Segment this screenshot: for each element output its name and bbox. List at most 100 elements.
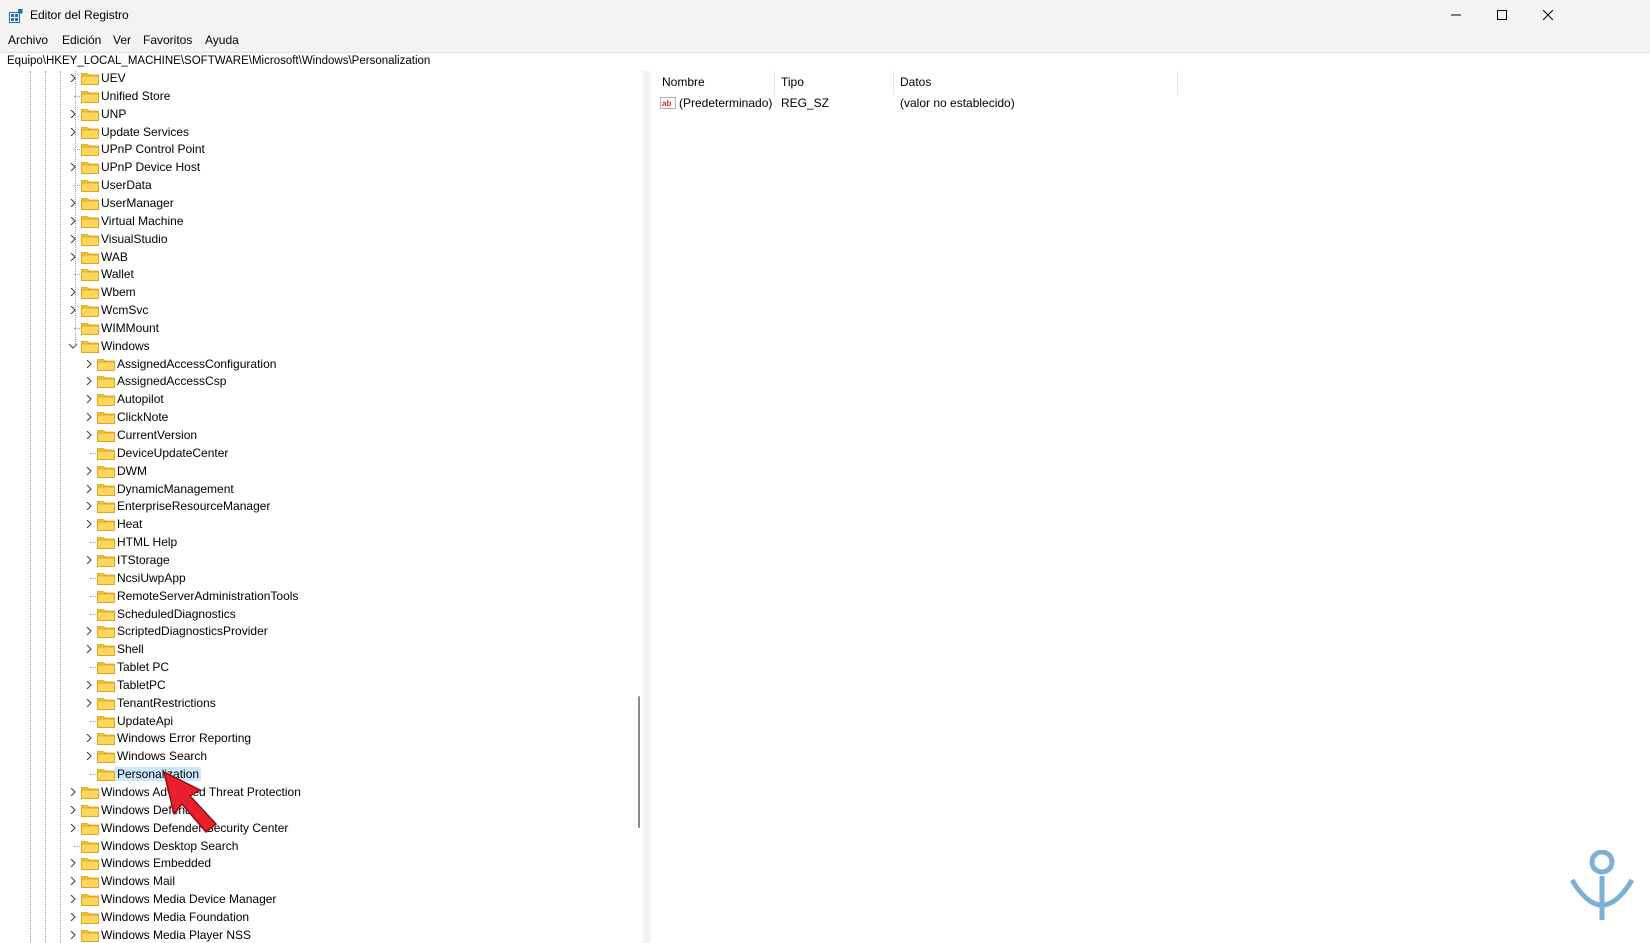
menu-edicion[interactable]: Edición xyxy=(62,33,101,47)
chevron-right-icon[interactable] xyxy=(85,466,93,475)
tree-item[interactable]: WAB xyxy=(70,248,490,266)
chevron-right-icon[interactable] xyxy=(69,234,77,243)
tree-item[interactable]: Windows Embedded xyxy=(70,854,490,872)
chevron-right-icon[interactable] xyxy=(69,163,77,172)
tree-item[interactable]: UpdateApi xyxy=(86,712,506,730)
chevron-down-icon[interactable] xyxy=(69,342,77,350)
tree-item[interactable]: VisualStudio xyxy=(70,230,490,248)
tree-item[interactable]: Windows Desktop Search xyxy=(70,837,490,855)
tree-item[interactable]: Shell xyxy=(86,640,506,658)
tree-item[interactable]: TenantRestrictions xyxy=(86,694,506,712)
chevron-right-icon[interactable] xyxy=(85,395,93,404)
close-button[interactable] xyxy=(1526,0,1570,30)
tree-item[interactable]: Wallet xyxy=(70,265,490,283)
chevron-right-icon[interactable] xyxy=(85,698,93,707)
column-header-type[interactable]: Tipo xyxy=(781,71,804,93)
chevron-right-icon[interactable] xyxy=(85,555,93,564)
chevron-right-icon[interactable] xyxy=(69,912,77,921)
chevron-right-icon[interactable] xyxy=(69,805,77,814)
pane-splitter[interactable] xyxy=(643,71,651,943)
chevron-right-icon[interactable] xyxy=(85,734,93,743)
tree-item[interactable]: Windows Media Player NSS xyxy=(70,926,490,943)
tree-item[interactable]: WIMMount xyxy=(70,319,490,337)
address-path[interactable]: Equipo\HKEY_LOCAL_MACHINE\SOFTWARE\Micro… xyxy=(7,55,430,67)
value-type[interactable]: REG_SZ xyxy=(781,96,829,110)
tree-item[interactable]: AssignedAccessCsp xyxy=(86,372,506,390)
tree-item[interactable]: UPnP Control Point xyxy=(70,140,490,158)
tree-item[interactable]: UPnP Device Host xyxy=(70,158,490,176)
chevron-right-icon[interactable] xyxy=(69,74,77,82)
chevron-right-icon[interactable] xyxy=(69,823,77,832)
tree-item[interactable]: AssignedAccessConfiguration xyxy=(86,355,506,373)
menu-archivo[interactable]: Archivo xyxy=(8,33,48,47)
tree-item[interactable]: ClickNote xyxy=(86,408,506,426)
tree-item[interactable]: Wbem xyxy=(70,283,490,301)
chevron-right-icon[interactable] xyxy=(69,859,77,868)
tree-item[interactable]: DynamicManagement xyxy=(86,480,506,498)
key-tree-pane[interactable]: UEV Unified Store UNP Update Services UPnP C… xyxy=(0,71,643,943)
tree-item[interactable]: DWM xyxy=(86,462,506,480)
tree-item[interactable]: Update Services xyxy=(70,123,490,141)
tree-item[interactable]: NcsiUwpApp xyxy=(86,569,506,587)
tree-item[interactable]: CurrentVersion xyxy=(86,426,506,444)
chevron-right-icon[interactable] xyxy=(85,627,93,636)
chevron-right-icon[interactable] xyxy=(69,288,77,297)
tree-item[interactable]: Virtual Machine xyxy=(70,212,490,230)
column-separator[interactable] xyxy=(893,71,894,95)
tree-item[interactable]: Personalization xyxy=(86,765,506,783)
chevron-right-icon[interactable] xyxy=(85,520,93,529)
chevron-right-icon[interactable] xyxy=(69,306,77,315)
values-pane[interactable]: Nombre Tipo Datos ab (Predeterminado) RE… xyxy=(651,71,1650,943)
tree-item[interactable]: RemoteServerAdministrationTools xyxy=(86,587,506,605)
chevron-right-icon[interactable] xyxy=(69,788,77,796)
menu-ver[interactable]: Ver xyxy=(113,33,131,47)
tree-item[interactable]: Windows Defender xyxy=(70,801,490,819)
tree-item[interactable]: DeviceUpdateCenter xyxy=(86,444,506,462)
address-bar[interactable]: Equipo\HKEY_LOCAL_MACHINE\SOFTWARE\Micro… xyxy=(0,52,1650,72)
chevron-right-icon[interactable] xyxy=(85,413,93,422)
chevron-right-icon[interactable] xyxy=(85,484,93,493)
tree-item[interactable]: ITStorage xyxy=(86,551,506,569)
chevron-right-icon[interactable] xyxy=(69,109,77,118)
tree-item[interactable]: Windows Media Foundation xyxy=(70,908,490,926)
chevron-right-icon[interactable] xyxy=(85,359,93,368)
tree-item[interactable]: WcmSvc xyxy=(70,301,490,319)
chevron-right-icon[interactable] xyxy=(69,216,77,225)
tree-scrollbar-thumb[interactable] xyxy=(638,696,640,828)
tree-item[interactable]: Autopilot xyxy=(86,390,506,408)
tree-item[interactable]: UEV xyxy=(70,71,490,87)
tree-item[interactable]: HTML Help xyxy=(86,533,506,551)
tree-scrollbar[interactable] xyxy=(633,71,642,943)
chevron-right-icon[interactable] xyxy=(69,127,77,136)
tree-item[interactable]: Windows Defender Security Center xyxy=(70,819,490,837)
column-header-data[interactable]: Datos xyxy=(900,71,931,93)
tree-item[interactable]: Windows Search xyxy=(86,747,506,765)
value-data[interactable]: (valor no establecido) xyxy=(900,96,1015,110)
tree-item[interactable]: EnterpriseResourceManager xyxy=(86,497,506,515)
tree-item[interactable]: Windows Error Reporting xyxy=(86,729,506,747)
tree-item[interactable]: UserData xyxy=(70,176,490,194)
chevron-right-icon[interactable] xyxy=(69,252,77,261)
tree-item[interactable]: TabletPC xyxy=(86,676,506,694)
tree-item[interactable]: ScriptedDiagnosticsProvider xyxy=(86,622,506,640)
tree-item[interactable]: UNP xyxy=(70,105,490,123)
chevron-right-icon[interactable] xyxy=(69,930,77,939)
column-separator[interactable] xyxy=(1177,71,1178,95)
tree-item[interactable]: Windows Advanced Threat Protection xyxy=(70,783,490,801)
chevron-right-icon[interactable] xyxy=(85,431,93,439)
tree-item[interactable]: Windows Mail xyxy=(70,872,490,890)
column-header-name[interactable]: Nombre xyxy=(662,71,705,93)
chevron-right-icon[interactable] xyxy=(85,645,93,654)
chevron-right-icon[interactable] xyxy=(85,680,93,689)
tree-item[interactable]: Tablet PC xyxy=(86,658,506,676)
menu-favoritos[interactable]: Favoritos xyxy=(143,33,192,47)
menu-ayuda[interactable]: Ayuda xyxy=(205,33,239,47)
column-separator[interactable] xyxy=(774,71,775,95)
value-name[interactable]: (Predeterminado) xyxy=(679,96,772,110)
chevron-right-icon[interactable] xyxy=(69,877,77,886)
tree-item[interactable]: Unified Store xyxy=(70,87,490,105)
chevron-right-icon[interactable] xyxy=(85,752,93,761)
minimize-button[interactable] xyxy=(1434,0,1478,30)
tree-item[interactable]: Windows xyxy=(69,337,490,355)
tree-item[interactable]: UserManager xyxy=(70,194,490,212)
